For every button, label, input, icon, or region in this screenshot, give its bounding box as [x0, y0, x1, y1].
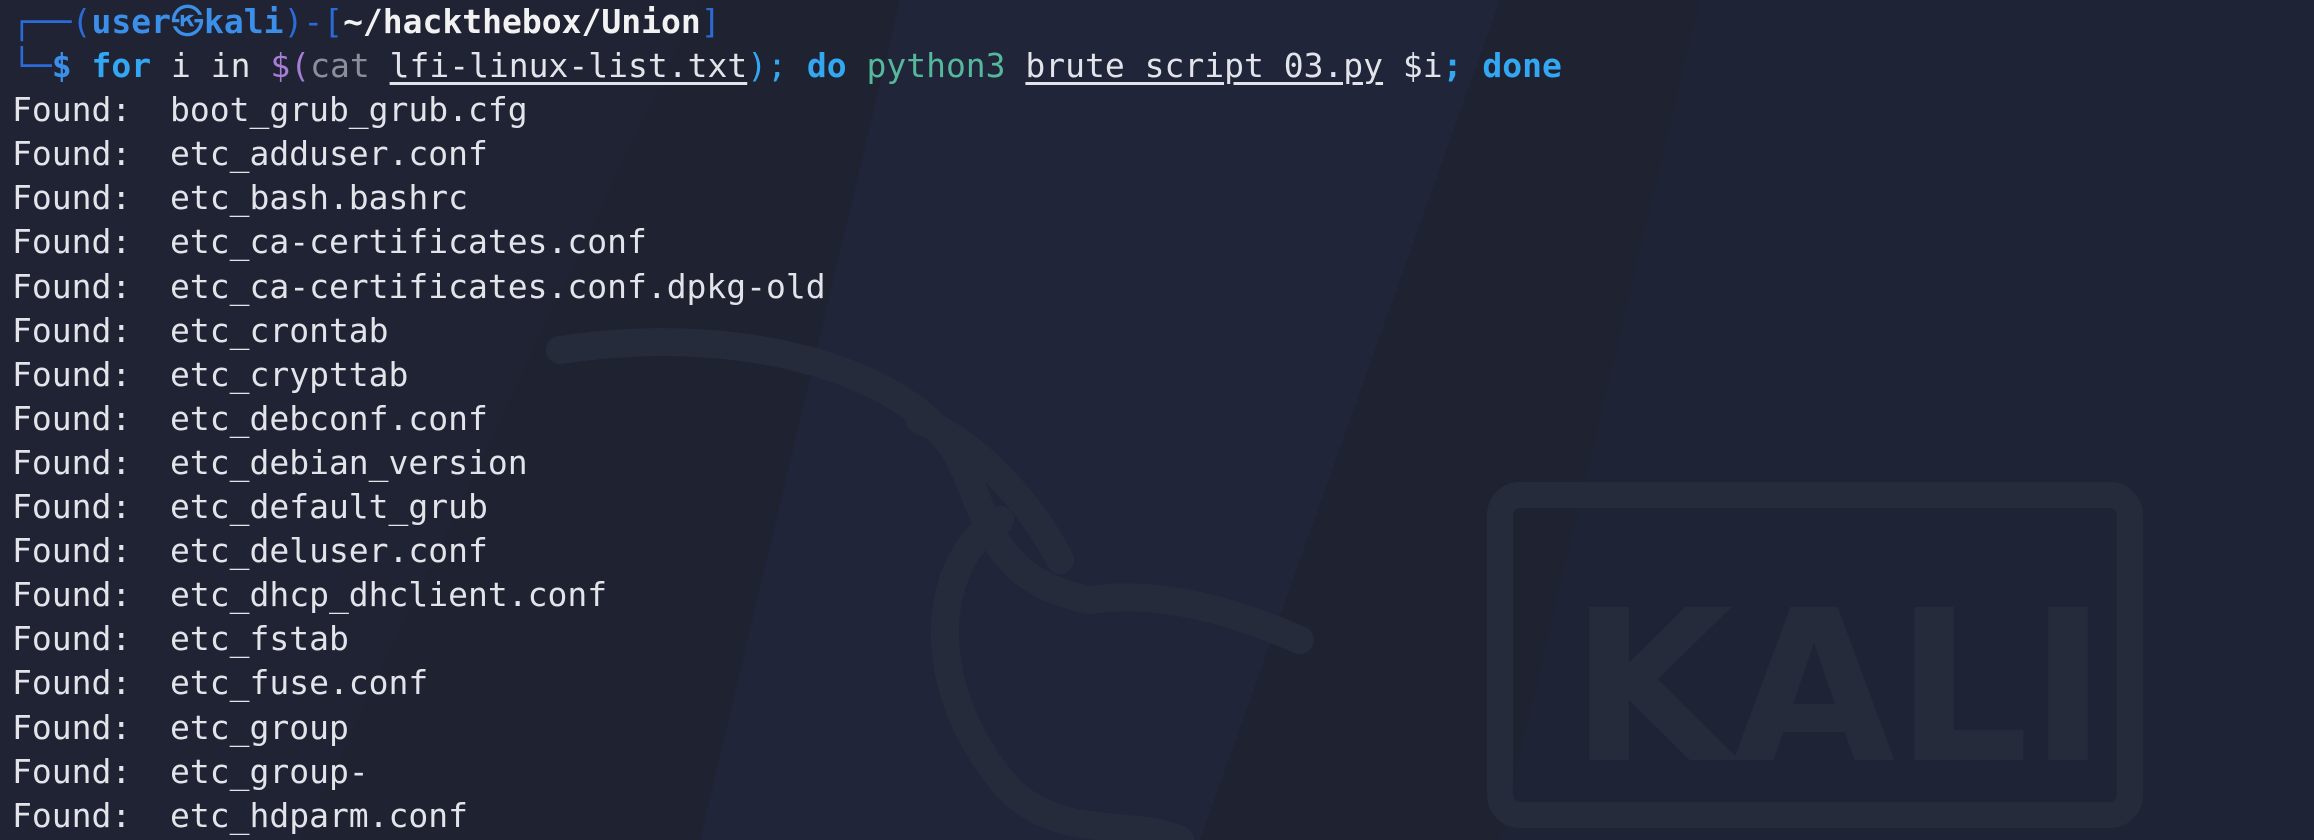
output-row: Found: etc_debian_version: [12, 441, 1562, 485]
found-label: Found:: [12, 222, 132, 262]
output-row: Found: etc_ca-certificates.conf: [12, 220, 1562, 264]
found-file: etc_crypttab: [170, 354, 409, 394]
found-file: etc_bash.bashrc: [170, 178, 469, 218]
found-label: Found:: [12, 619, 132, 659]
found-file: boot_grub_grub.cfg: [170, 90, 528, 130]
found-file: etc_fstab: [170, 619, 349, 659]
output-row: Found: etc_group: [12, 706, 1562, 750]
prompt-line: ┌──(user㉿kali)-[~/hackthebox/Union]: [12, 0, 1562, 44]
found-label: Found:: [12, 751, 132, 791]
found-label: Found:: [12, 134, 132, 174]
found-file: etc_adduser.conf: [170, 134, 488, 174]
prompt-cwd: ~/hackthebox/Union: [343, 2, 701, 41]
prompt-dollar: $: [51, 46, 72, 86]
keyword-for: for: [91, 46, 152, 86]
found-label: Found:: [12, 442, 132, 482]
found-label: Found:: [12, 707, 132, 747]
output-row: Found: boot_grub_grub.cfg: [12, 88, 1562, 132]
prompt-user: user: [91, 2, 171, 41]
keyword-do: do: [806, 46, 847, 86]
output-row: Found: etc_ca-certificates.conf.dpkg-old: [12, 265, 1562, 309]
prompt-box-mid: )-[: [283, 2, 344, 41]
found-file: etc_fuse.conf: [170, 663, 429, 703]
found-label: Found:: [12, 178, 132, 218]
found-file: etc_dhcp_dhclient.conf: [170, 575, 608, 615]
found-file: etc_group: [170, 707, 349, 747]
kali-logo-text: KALI: [1570, 565, 2107, 810]
output-row: Found: etc_fuse.conf: [12, 661, 1562, 705]
found-file: etc_deluser.conf: [170, 531, 488, 571]
found-label: Found:: [12, 531, 132, 571]
command-semicolon: ;: [1442, 46, 1463, 86]
terminal-output[interactable]: ┌──(user㉿kali)-[~/hackthebox/Union] └─$ …: [12, 0, 1562, 838]
output-row: Found: etc_default_grub: [12, 485, 1562, 529]
found-file: etc_debian_version: [170, 442, 528, 482]
prompt-host: kali: [203, 2, 284, 41]
found-file: etc_default_grub: [170, 487, 488, 527]
wordlist-file: lfi-linux-list.txt: [389, 46, 748, 86]
found-file: etc_debconf.conf: [170, 398, 488, 438]
output-row: Found: etc_hdparm.conf: [12, 794, 1562, 838]
script-file: brute_script_03.py: [1025, 46, 1384, 86]
command-line[interactable]: └─$ for i in $(cat lfi-linux-list.txt); …: [12, 44, 1562, 88]
output-row: Found: etc_adduser.conf: [12, 132, 1562, 176]
found-label: Found:: [12, 310, 132, 350]
subst-close: );: [747, 46, 787, 86]
found-file: etc_ca-certificates.conf: [170, 222, 647, 262]
cat-command: cat: [310, 46, 370, 86]
loop-var: i: [170, 46, 191, 86]
output-row: Found: etc_group-: [12, 750, 1562, 794]
output-row: Found: etc_bash.bashrc: [12, 176, 1562, 220]
found-file: etc_crontab: [170, 310, 389, 350]
prompt-host-symbol: ㉿: [170, 2, 204, 41]
found-label: Found:: [12, 575, 132, 615]
output-row: Found: etc_deluser.conf: [12, 529, 1562, 573]
prompt-box-end: ]: [700, 2, 721, 41]
found-label: Found:: [12, 354, 132, 394]
interpreter: python3: [866, 46, 1006, 86]
found-label: Found:: [12, 795, 132, 835]
found-label: Found:: [12, 266, 132, 306]
keyword-in: in: [210, 46, 251, 86]
output-row: Found: etc_crontab: [12, 309, 1562, 353]
found-label: Found:: [12, 90, 132, 130]
output-row: Found: etc_dhcp_dhclient.conf: [12, 573, 1562, 617]
output-list: Found: boot_grub_grub.cfg Found: etc_adduse…: [12, 88, 1562, 838]
prompt-box-corner: ┌──(: [12, 2, 92, 41]
output-row: Found: etc_debconf.conf: [12, 397, 1562, 441]
prompt-box-bottom: └─: [12, 46, 52, 86]
found-file: etc_group-: [170, 751, 369, 791]
found-label: Found:: [12, 663, 132, 703]
output-row: Found: etc_fstab: [12, 617, 1562, 661]
script-arg: $i: [1402, 46, 1443, 86]
found-label: Found:: [12, 487, 132, 527]
found-file: etc_ca-certificates.conf.dpkg-old: [170, 266, 826, 306]
output-row: Found: etc_crypttab: [12, 353, 1562, 397]
keyword-done: done: [1482, 46, 1562, 86]
found-label: Found:: [12, 398, 132, 438]
subst-open: $(: [270, 46, 311, 86]
found-file: etc_hdparm.conf: [170, 795, 469, 835]
